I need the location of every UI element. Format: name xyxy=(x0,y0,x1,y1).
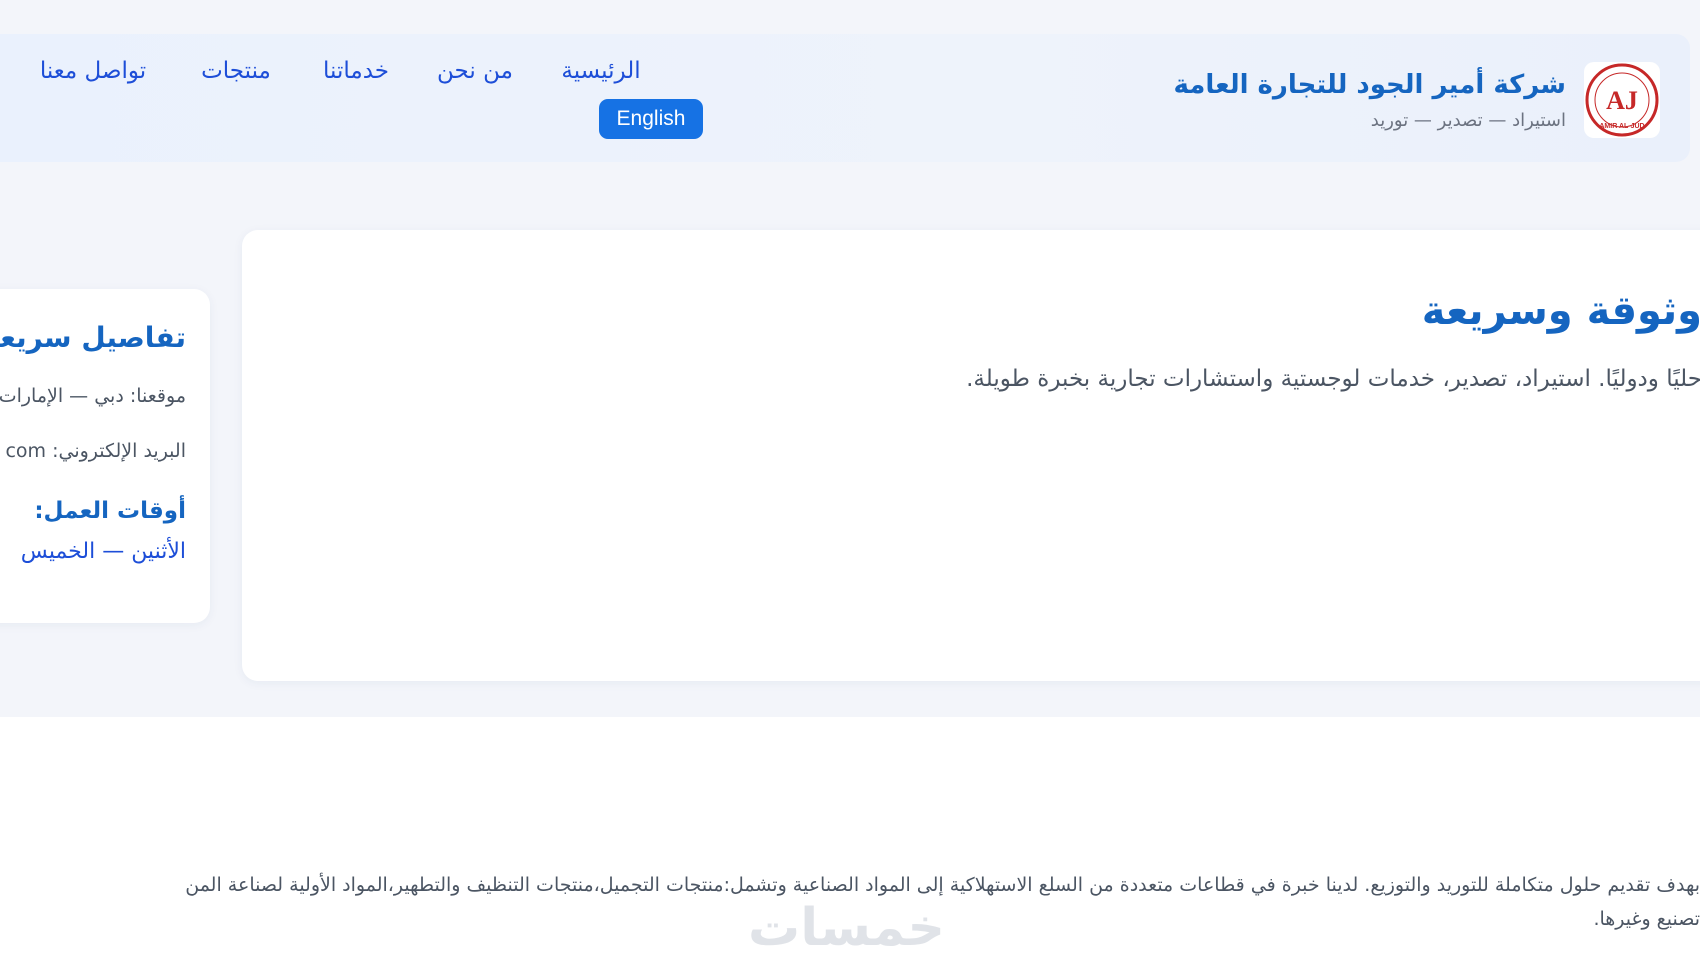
details-email[interactable]: البريد الإلكتروني: com xyxy=(5,440,186,462)
details-title: تفاصيل سريعة xyxy=(0,321,186,354)
hero-card: وثوقة وسريعة حليًا ودوليًا. استيراد، تصد… xyxy=(242,230,1700,681)
language-toggle-button[interactable]: English xyxy=(599,99,703,139)
about-text-line: بهدف تقديم حلول متكاملة للتوريد والتوزيع… xyxy=(185,874,1700,896)
nav-services[interactable]: خدماتنا xyxy=(323,58,389,84)
nav-products[interactable]: منتجات xyxy=(201,58,271,84)
nav-contact[interactable]: تواصل معنا xyxy=(40,58,146,84)
hero-title: وثوقة وسريعة xyxy=(1421,288,1700,334)
nav-about[interactable]: من نحن xyxy=(437,58,513,84)
details-hours-label: أوقات العمل: xyxy=(34,498,186,524)
nav-home[interactable]: الرئيسية xyxy=(561,58,640,84)
details-location: موقعنا: دبي — الإمارات xyxy=(0,385,186,407)
quick-details-card: تفاصيل سريعة موقعنا: دبي — الإمارات البر… xyxy=(0,289,210,623)
hero-description: حليًا ودوليًا. استيراد، تصدير، خدمات لوج… xyxy=(966,366,1700,392)
details-hours: الأثنين — الخميس xyxy=(20,539,186,564)
watermark-logo: خمسات xyxy=(748,898,946,958)
main-nav: الرئيسية من نحن خدماتنا منتجات تواصل معن… xyxy=(0,58,1700,158)
